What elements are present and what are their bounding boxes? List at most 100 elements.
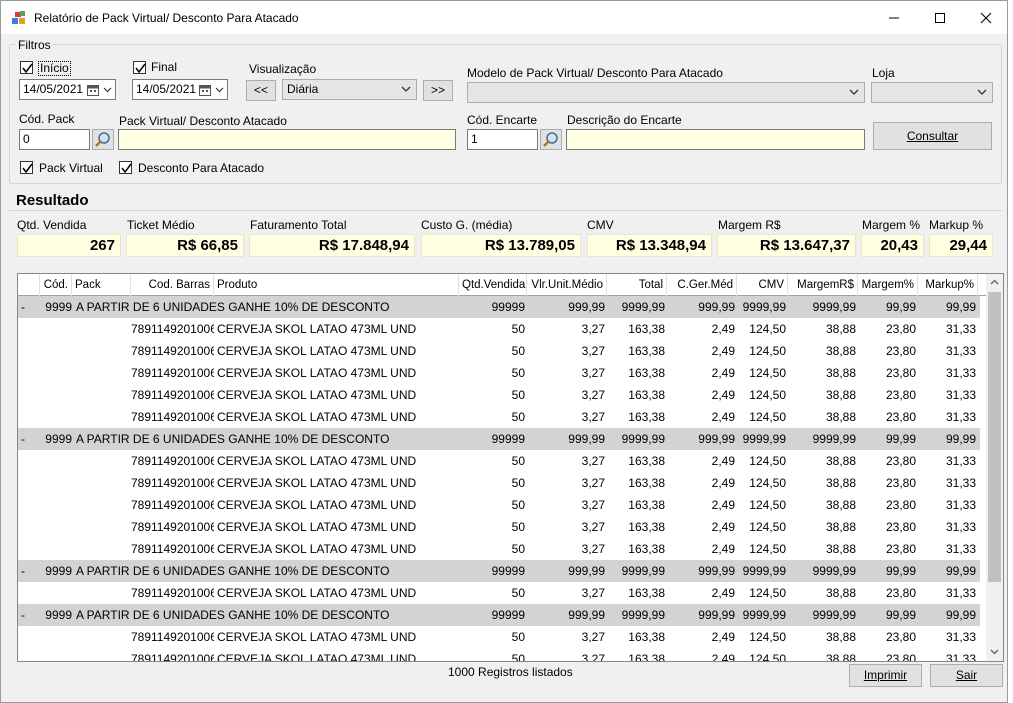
product-row[interactable]: 7891149201006 CERVEJA SKOL LATAO 473ML UN… (18, 626, 980, 648)
product-row[interactable]: 7891149201006 CERVEJA SKOL LATAO 473ML UN… (18, 340, 980, 362)
grid-cell: 23,80 (885, 388, 916, 402)
grid-cell: 2,49 (711, 410, 735, 424)
product-row[interactable]: 7891149201006 CERVEJA SKOL LATAO 473ML UN… (18, 362, 980, 384)
pack-virtual-checkbox[interactable] (20, 161, 33, 174)
pack-group-row[interactable]: -9999 A PARTIR DE 6 UNIDADES GANHE 10% DE… (18, 428, 980, 450)
pack-group-row[interactable]: -9999 A PARTIR DE 6 UNIDADES GANHE 10% DE… (18, 296, 980, 318)
column-header-markup-pct[interactable]: Markup% (918, 274, 978, 296)
grid-cell: 124,50 (749, 410, 786, 424)
grid-cell: 163,38 (628, 542, 665, 556)
cod-encarte-input[interactable]: 1 (467, 129, 538, 150)
column-header-c-ger-med[interactable]: C.Ger.Méd (667, 274, 737, 296)
imprimir-button[interactable]: Imprimir (849, 664, 922, 687)
grid-cell: 23,80 (885, 410, 916, 424)
consultar-button[interactable]: Consultar (873, 122, 992, 150)
final-date-field[interactable]: 14/05/2021 (132, 79, 228, 100)
grid-cell (18, 362, 40, 384)
maximize-button[interactable] (917, 1, 963, 34)
grid-cell: 50 (511, 652, 525, 662)
scroll-thumb[interactable] (988, 292, 1001, 582)
grid-cell: 31,33 (945, 498, 976, 512)
grid-cell: 7891149201006 (131, 586, 214, 600)
grid-cell: 3,27 (581, 344, 605, 358)
grid-cell: 3,27 (581, 454, 605, 468)
pack-desc-label: Pack Virtual/ Desconto Atacado (119, 114, 287, 128)
grid-cell: 9999,99 (621, 432, 665, 446)
visualizacao-select[interactable]: Diária (282, 79, 417, 100)
column-header-cod-barras[interactable]: Cod. Barras (131, 274, 214, 296)
modelo-select[interactable] (467, 82, 865, 103)
close-button[interactable] (963, 1, 1009, 34)
grid-cell: 124,50 (749, 630, 786, 644)
final-checkbox[interactable] (133, 61, 146, 74)
grid-cell (40, 472, 72, 494)
collapse-toggle[interactable]: - (18, 296, 40, 318)
grid-cell: 50 (511, 542, 525, 556)
grid-cell: 23,80 (885, 476, 916, 490)
product-row[interactable]: 7891149201006 CERVEJA SKOL LATAO 473ML UN… (18, 318, 980, 340)
product-row[interactable]: 7891149201006 CERVEJA SKOL LATAO 473ML UN… (18, 406, 980, 428)
grid-cell: 50 (511, 410, 525, 424)
vertical-scrollbar[interactable] (986, 274, 1003, 661)
report-window: Relatório de Pack Virtual/ Desconto Para… (0, 0, 1008, 703)
grid-cell: 99,99 (885, 608, 916, 622)
pack-desc-input[interactable] (118, 129, 456, 150)
grid-cell: 124,50 (749, 366, 786, 380)
grid-cell: 7891149201006 (131, 498, 214, 512)
grid-cell: 3,27 (581, 476, 605, 490)
scroll-down-icon[interactable] (990, 649, 999, 655)
grid-cell: 3,27 (581, 542, 605, 556)
product-row[interactable]: 7891149201006 CERVEJA SKOL LATAO 473ML UN… (18, 516, 980, 538)
previous-period-button[interactable]: << (246, 80, 276, 101)
encarte-search-button[interactable] (540, 129, 562, 150)
minimize-button[interactable] (871, 1, 917, 34)
grid-cell: 9999,99 (742, 432, 786, 446)
sair-button[interactable]: Sair (930, 664, 1003, 687)
desc-encarte-input[interactable] (566, 129, 865, 150)
column-header-pack[interactable]: Pack (72, 274, 131, 296)
inicio-date-field[interactable]: 14/05/2021 (19, 79, 116, 100)
product-row[interactable]: 7891149201006 CERVEJA SKOL LATAO 473ML UN… (18, 648, 980, 662)
grid-cell: 124,50 (749, 454, 786, 468)
pack-group-row[interactable]: -9999 A PARTIR DE 6 UNIDADES GANHE 10% DE… (18, 604, 980, 626)
grid-cell: 124,50 (749, 476, 786, 490)
product-row[interactable]: 7891149201006 CERVEJA SKOL LATAO 473ML UN… (18, 450, 980, 472)
desconto-atacado-checkbox[interactable] (119, 161, 132, 174)
grid-cell (40, 582, 72, 604)
inicio-label: Início (38, 61, 71, 76)
column-header-margem-rs[interactable]: MargemR$ (788, 274, 858, 296)
grid-cell: 999,99 (698, 564, 735, 578)
collapse-toggle[interactable]: - (18, 428, 40, 450)
results-grid[interactable]: Cód. Pack Cod. Barras Produto Qtd.Vendid… (17, 273, 1004, 662)
collapse-toggle[interactable]: - (18, 560, 40, 582)
loja-select[interactable] (871, 82, 993, 103)
column-header-cmv[interactable]: CMV (737, 274, 788, 296)
column-header-expand[interactable] (18, 274, 40, 296)
cod-encarte-label: Cód. Encarte (467, 113, 538, 127)
inicio-checkbox[interactable] (20, 61, 33, 74)
pack-group-row[interactable]: -9999 A PARTIR DE 6 UNIDADES GANHE 10% DE… (18, 560, 980, 582)
grid-cell: 99999 (491, 608, 525, 622)
pack-search-button[interactable] (92, 129, 114, 150)
product-row[interactable]: 7891149201006 CERVEJA SKOL LATAO 473ML UN… (18, 494, 980, 516)
product-row[interactable]: 7891149201006 CERVEJA SKOL LATAO 473ML UN… (18, 384, 980, 406)
column-header-cod[interactable]: Cód. (40, 274, 72, 296)
column-header-produto[interactable]: Produto (214, 274, 459, 296)
grid-cell: 163,38 (628, 454, 665, 468)
grid-cell: 9999 (45, 300, 72, 314)
product-row[interactable]: 7891149201006 CERVEJA SKOL LATAO 473ML UN… (18, 582, 980, 604)
column-header-qtd-vendida[interactable]: Qtd.Vendida (459, 274, 527, 296)
grid-cell: 163,38 (628, 476, 665, 490)
grid-cell: 38,88 (825, 652, 856, 662)
column-header-margem-pct[interactable]: Margem% (858, 274, 918, 296)
column-header-vlr-unit-medio[interactable]: Vlr.Unit.Médio (527, 274, 607, 296)
grid-cell: 99999 (491, 564, 525, 578)
column-header-total[interactable]: Total (607, 274, 667, 296)
scroll-up-icon[interactable] (990, 279, 999, 285)
cod-pack-input[interactable]: 0 (19, 129, 90, 150)
collapse-toggle[interactable]: - (18, 604, 40, 626)
next-period-button[interactable]: >> (423, 80, 453, 101)
grid-cell: 999,99 (568, 564, 605, 578)
product-row[interactable]: 7891149201006 CERVEJA SKOL LATAO 473ML UN… (18, 472, 980, 494)
product-row[interactable]: 7891149201006 CERVEJA SKOL LATAO 473ML UN… (18, 538, 980, 560)
